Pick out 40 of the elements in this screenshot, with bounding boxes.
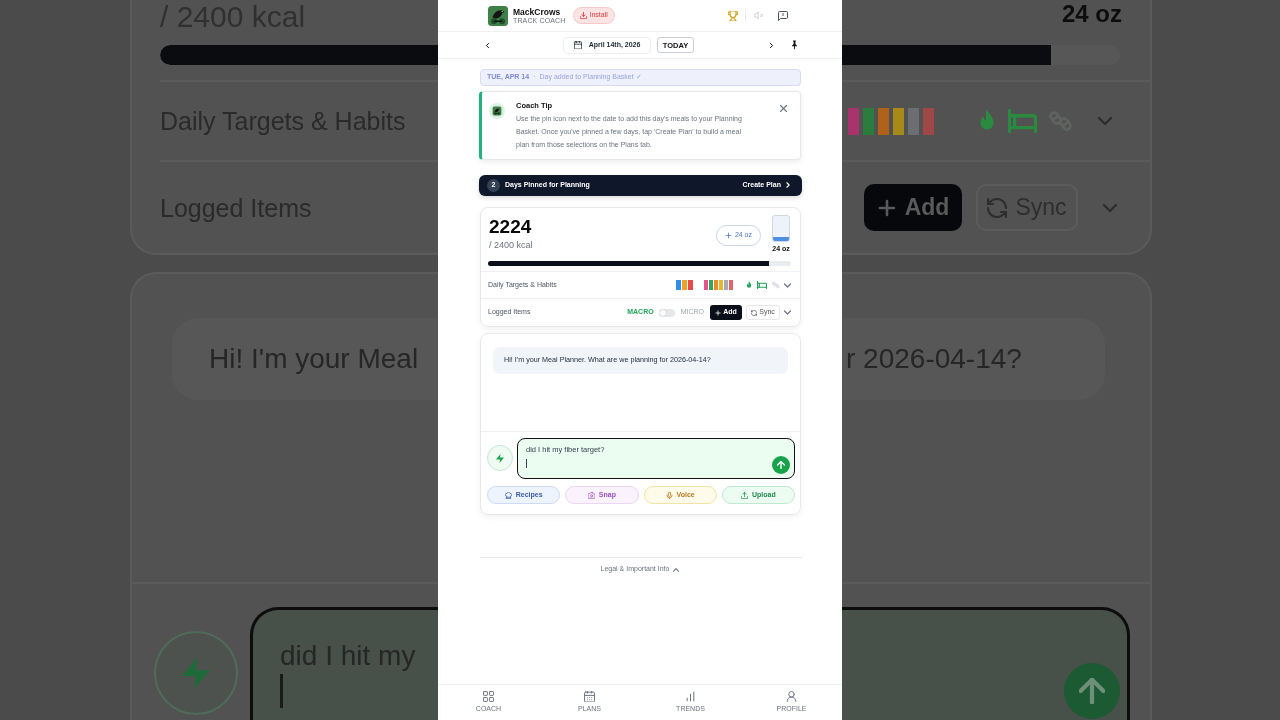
text-cursor-icon — [526, 459, 527, 468]
chevron-down-icon[interactable] — [784, 309, 791, 316]
bird-logo-icon — [489, 103, 505, 119]
send-button[interactable] — [772, 456, 790, 474]
user-icon — [786, 691, 797, 702]
calendar-icon — [573, 41, 582, 49]
chevron-down-icon[interactable] — [784, 281, 791, 289]
close-icon[interactable] — [780, 105, 787, 112]
calorie-goal: / 2400 kcal — [489, 240, 533, 251]
plus-icon — [876, 197, 897, 218]
trophy-icon[interactable] — [728, 10, 738, 21]
message-icon[interactable] — [778, 10, 788, 21]
grid-icon — [483, 691, 494, 702]
lightning-button[interactable] — [487, 445, 513, 471]
lightning-icon — [182, 657, 210, 689]
bar-chart-icon — [685, 691, 696, 702]
bird-logo-icon — [488, 5, 508, 26]
download-icon — [579, 12, 587, 19]
water-amount-text: 24 oz — [1060, 0, 1123, 29]
pin-icon[interactable] — [791, 40, 798, 50]
calendar-icon — [584, 691, 595, 702]
chef-hat-icon — [504, 491, 512, 499]
chevron-right-icon — [785, 182, 791, 189]
plus-icon — [724, 232, 732, 239]
chevron-left-icon[interactable] — [484, 41, 491, 49]
camera-icon — [587, 491, 595, 499]
chevron-right-icon[interactable] — [768, 41, 775, 49]
lightning-icon — [496, 453, 504, 463]
arrow-up-icon — [1079, 678, 1105, 704]
calories-consumed: 2224 — [489, 216, 533, 238]
app-name: MackCrows — [513, 6, 562, 17]
arrow-up-icon — [777, 461, 785, 469]
refresh-icon — [751, 309, 758, 316]
refresh-icon — [987, 197, 1008, 218]
text-cursor-icon — [280, 674, 283, 708]
mode-switch[interactable] — [658, 308, 675, 317]
upload-icon — [741, 491, 748, 499]
chevron-up-icon — [673, 566, 680, 573]
plus-icon — [715, 309, 722, 316]
microphone-icon — [665, 491, 673, 499]
